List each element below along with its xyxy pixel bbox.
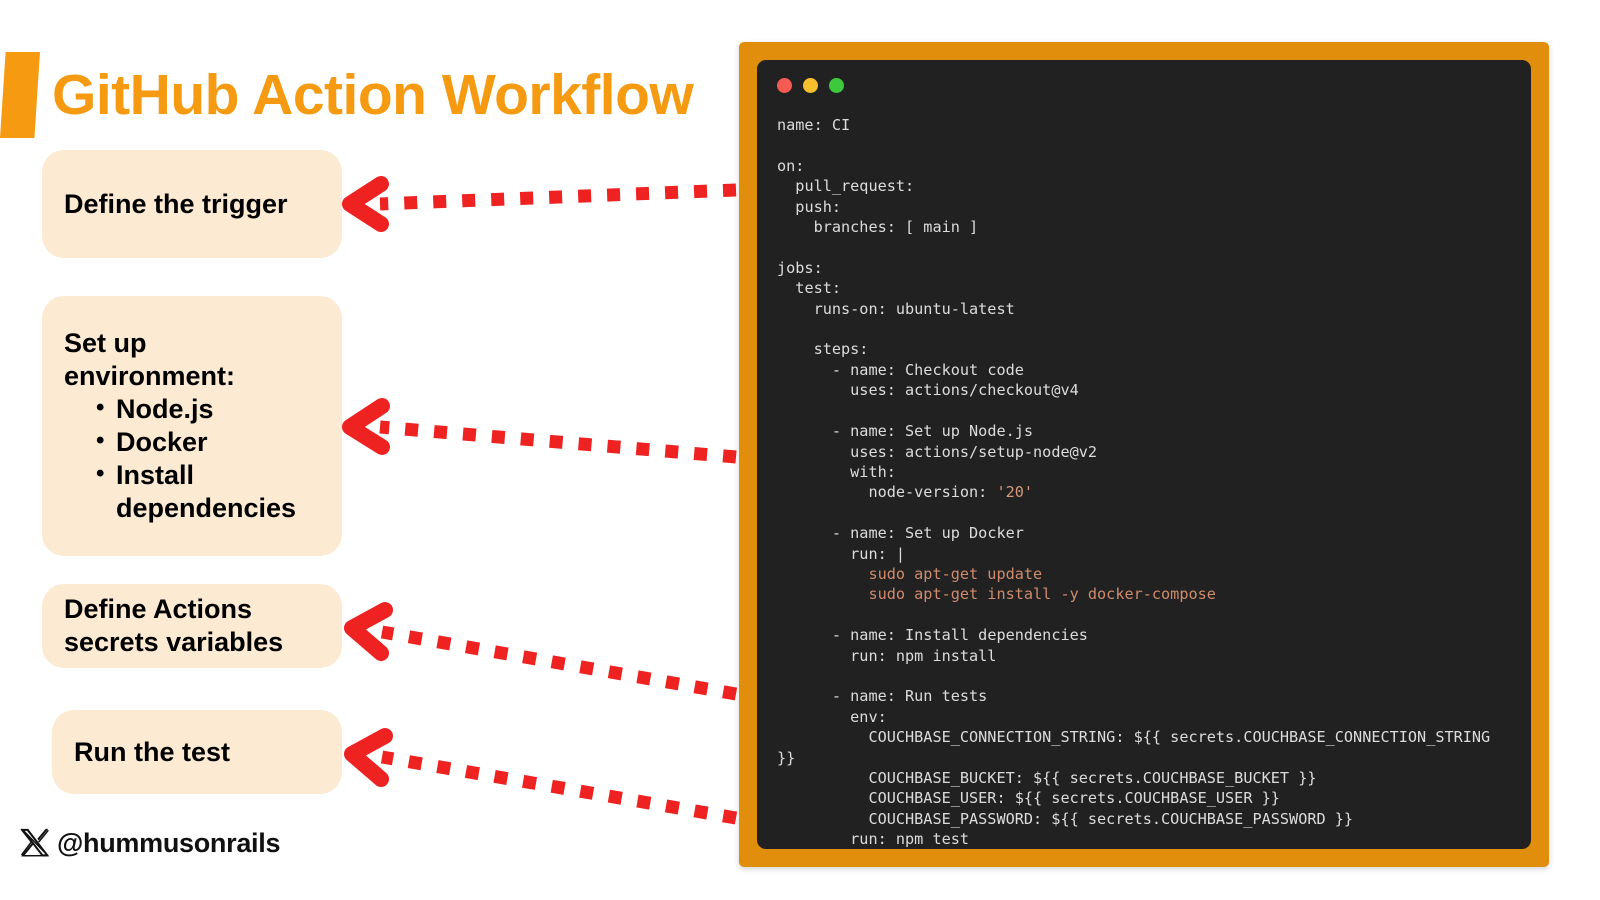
- author-handle-text: @hummusonrails: [57, 827, 281, 858]
- step-box-run-the-test[interactable]: Run the test: [52, 710, 342, 794]
- left-panel: GitHub Action Workflow Define the trigge…: [0, 0, 740, 900]
- terminal-frame: name: CI on: pull_request: push: branche…: [739, 42, 1549, 867]
- title-accent-shape: [0, 52, 40, 138]
- minimize-dot-icon[interactable]: [803, 78, 818, 93]
- step-bullet-list: Node.js Docker Install dependencies: [42, 393, 342, 526]
- step-title: Define the trigger: [64, 188, 288, 219]
- workflow-yaml-code: name: CI on: pull_request: push: branche…: [777, 116, 1491, 849]
- x-logo-icon: [20, 828, 50, 857]
- author-handle[interactable]: @hummusonrails: [18, 826, 280, 860]
- step-title: Set up environment:: [64, 327, 236, 391]
- terminal-traffic-lights: [777, 78, 1511, 93]
- terminal-window: name: CI on: pull_request: push: branche…: [757, 60, 1531, 849]
- step-title: Define Actions secrets variables: [64, 594, 284, 657]
- step-box-set-up-environment[interactable]: Set up environment: Node.js Docker Insta…: [42, 296, 342, 556]
- list-item: Docker: [96, 426, 342, 459]
- step-box-define-the-trigger[interactable]: Define the trigger: [42, 150, 342, 258]
- step-box-define-actions-secrets-variables[interactable]: Define Actions secrets variables: [42, 584, 342, 668]
- list-item: Node.js: [96, 393, 342, 426]
- page-title-row: GitHub Action Workflow: [0, 48, 694, 142]
- page-title: GitHub Action Workflow: [52, 62, 694, 127]
- list-item: Install dependencies: [96, 459, 342, 525]
- close-dot-icon[interactable]: [777, 78, 792, 93]
- maximize-dot-icon[interactable]: [829, 78, 844, 93]
- step-title: Run the test: [74, 736, 231, 767]
